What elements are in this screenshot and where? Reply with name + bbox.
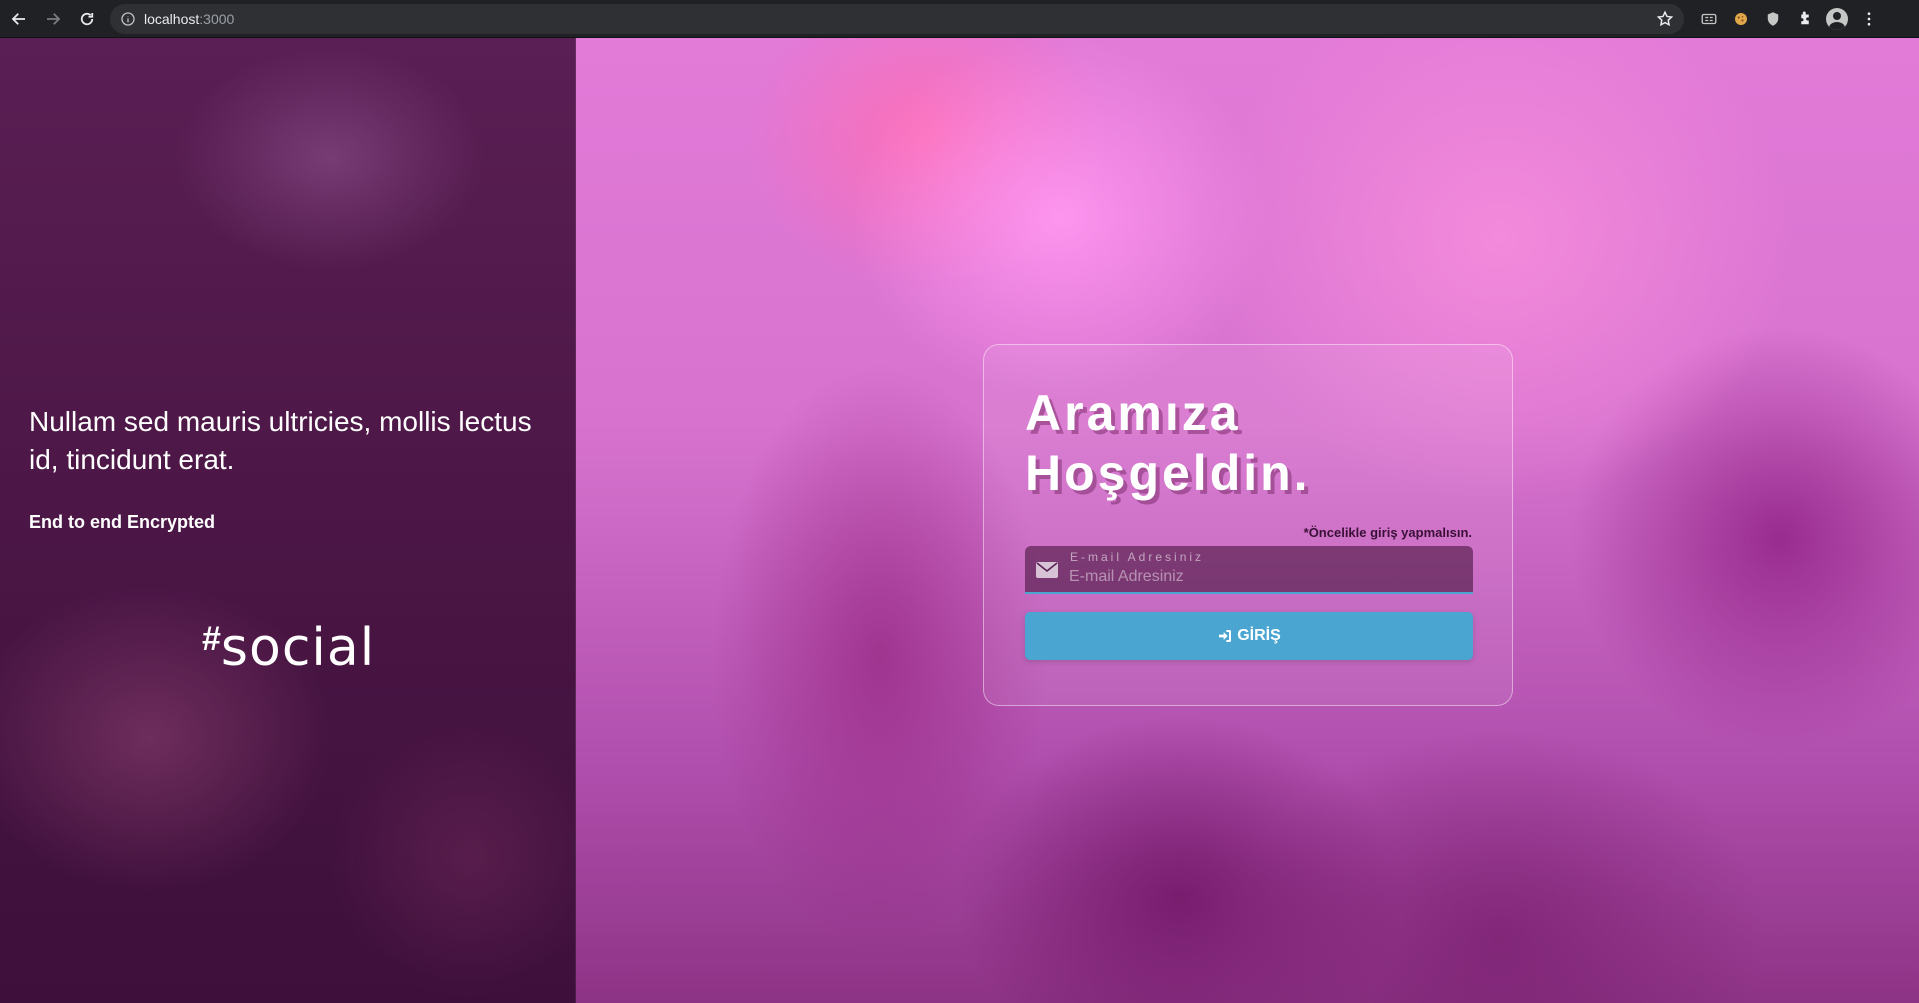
logo-word: social bbox=[220, 618, 376, 678]
url-port: :3000 bbox=[199, 10, 235, 27]
email-input[interactable] bbox=[1069, 566, 1459, 588]
browser-menu-button[interactable] bbox=[1858, 8, 1880, 30]
login-button[interactable]: GİRİŞ bbox=[1025, 612, 1473, 660]
login-card: Aramıza Hoşgeldin. *Öncelikle giriş yapm… bbox=[983, 344, 1513, 706]
cookie-extension-icon bbox=[1735, 12, 1747, 25]
left-panel: Nullam sed mauris ultricies, mollis lect… bbox=[0, 38, 576, 1003]
forward-button[interactable] bbox=[38, 4, 68, 34]
forward-icon bbox=[47, 12, 61, 25]
profile-button[interactable] bbox=[1826, 7, 1848, 30]
reader-mode-icon bbox=[1701, 13, 1717, 24]
tagline: Nullam sed mauris ultricies, mollis lect… bbox=[29, 406, 532, 475]
login-title: Aramıza Hoşgeldin. bbox=[1025, 385, 1311, 501]
logo-hash: # bbox=[202, 620, 221, 658]
back-icon bbox=[11, 12, 25, 25]
star-icon[interactable] bbox=[1656, 10, 1674, 28]
menu-dots-icon bbox=[1867, 11, 1871, 26]
shield-extension-button[interactable] bbox=[1762, 8, 1784, 30]
social-logo: # social bbox=[202, 618, 375, 678]
email-label: E-mail Adresiniz bbox=[1070, 550, 1205, 564]
encryption-note: End to end Encrypted bbox=[29, 512, 216, 532]
reload-icon bbox=[80, 12, 94, 25]
email-field[interactable]: E-mail Adresiniz bbox=[1025, 546, 1473, 594]
info-icon[interactable] bbox=[120, 11, 136, 27]
login-subnote: *Öncelikle giriş yapmalısın. bbox=[1303, 525, 1472, 540]
address-bar[interactable]: localhost:3000 bbox=[110, 3, 1684, 34]
reload-button[interactable] bbox=[72, 4, 102, 34]
url-host: localhost bbox=[144, 10, 200, 27]
login-button-label: GİRİŞ bbox=[1237, 627, 1281, 644]
cookie-extension-button[interactable] bbox=[1730, 8, 1752, 30]
extensions-puzzle-icon bbox=[1801, 11, 1809, 24]
browser-toolbar: localhost:3000 bbox=[0, 0, 1919, 38]
sign-in-icon bbox=[1219, 630, 1232, 642]
back-button[interactable] bbox=[4, 4, 34, 34]
envelope-icon bbox=[1036, 562, 1058, 578]
shield-extension-icon bbox=[1767, 11, 1779, 26]
page-background: Nullam sed mauris ultricies, mollis lect… bbox=[0, 38, 1919, 1003]
extensions-area bbox=[1698, 7, 1880, 30]
reader-mode-button[interactable] bbox=[1698, 8, 1720, 30]
extensions-button[interactable] bbox=[1794, 8, 1816, 30]
profile-avatar-icon bbox=[1826, 7, 1848, 30]
